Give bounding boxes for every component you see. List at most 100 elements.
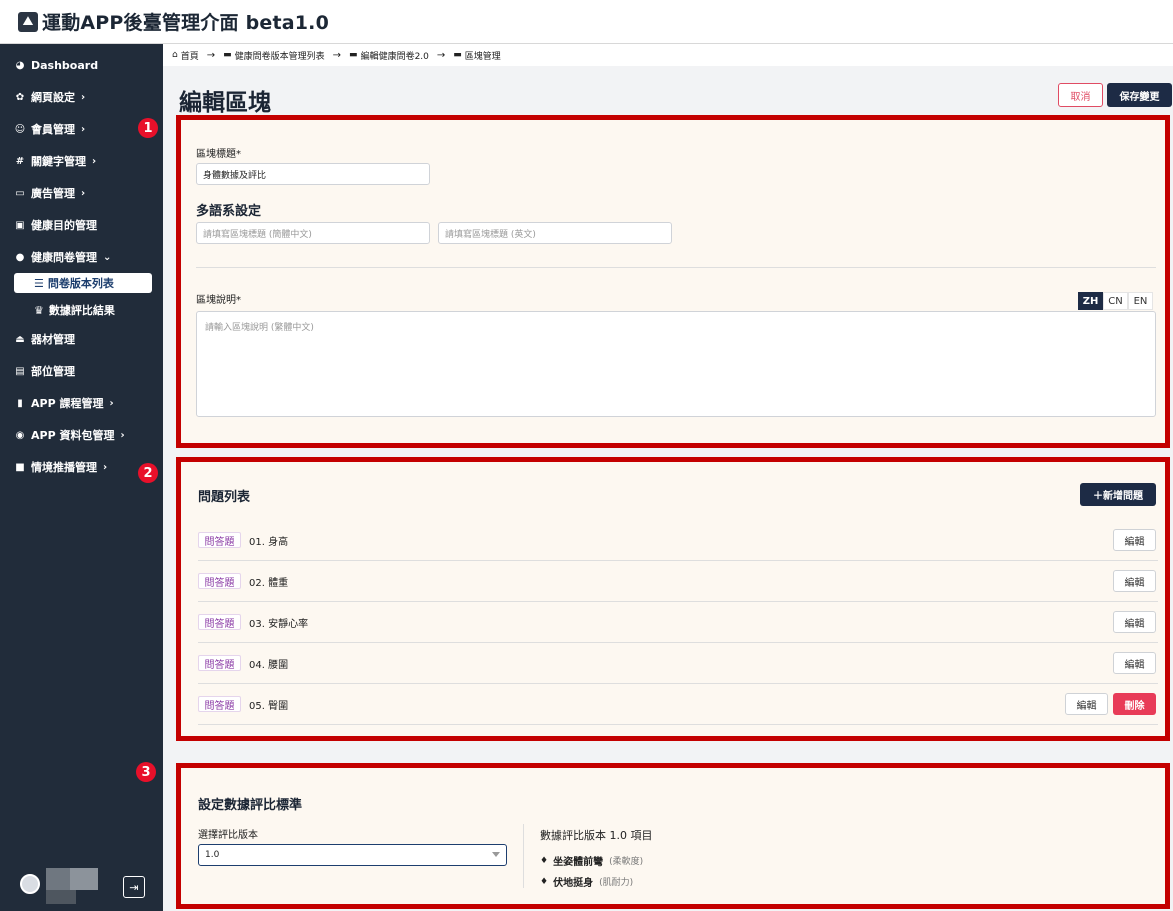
sidebar-item-keywords[interactable]: # 關鍵字管理 › bbox=[14, 152, 96, 170]
edit-question-button[interactable]: 編輯 bbox=[1113, 652, 1156, 674]
sidebar-subitem-evaluation-results[interactable]: ♛ 數據評比結果 bbox=[34, 302, 115, 318]
app-header: ⛰ 運動APP後臺管理介面 beta1.0 bbox=[0, 0, 1173, 44]
language-tabs: ZH CN EN bbox=[1078, 292, 1153, 310]
sidebar-item-dashboard[interactable]: ◕ Dashboard bbox=[14, 56, 98, 74]
book-icon: ▮ bbox=[17, 397, 23, 409]
list-icon: ☰ bbox=[34, 276, 44, 290]
avatar[interactable] bbox=[20, 874, 40, 894]
sidebar-item-ads[interactable]: ▭ 廣告管理 › bbox=[14, 184, 85, 202]
users-icon: ☺ bbox=[14, 123, 26, 135]
question-row: 問答題 02. 體重 bbox=[198, 561, 1158, 602]
question-type-tag: 問答題 bbox=[198, 614, 241, 630]
select-version-label: 選擇評比版本 bbox=[198, 830, 258, 841]
sidebar-item-members[interactable]: ☺ 會員管理 › bbox=[14, 120, 85, 138]
breadcrumb-edit-survey[interactable]: ▬ 編輯健康問卷2.0 bbox=[349, 49, 429, 62]
main-content: ⌂ 首頁 → ▬ 健康問卷版本管理列表 → ▬ 編輯健康問卷2.0 → ▬ 區塊… bbox=[163, 44, 1173, 911]
question-text: 03. 安靜心率 bbox=[249, 618, 309, 630]
sidebar-item-body-parts[interactable]: ▤ 部位管理 bbox=[14, 362, 75, 380]
logout-icon: ⇥ bbox=[129, 880, 139, 894]
ad-icon: ▭ bbox=[15, 187, 25, 199]
cancel-button[interactable]: 取消 bbox=[1058, 83, 1103, 107]
page-title: 編輯區塊 bbox=[179, 90, 271, 116]
version-select[interactable]: 1.0 bbox=[198, 844, 507, 866]
breadcrumb-home[interactable]: ⌂ 首頁 bbox=[172, 49, 199, 62]
arrow-right-icon: → bbox=[436, 49, 446, 61]
comment-icon: ● bbox=[15, 251, 25, 263]
chevron-right-icon: › bbox=[109, 397, 114, 409]
annotation-badge-1: 1 bbox=[138, 118, 158, 138]
question-text: 05. 臀圍 bbox=[249, 700, 289, 712]
edit-question-button[interactable]: 編輯 bbox=[1065, 693, 1108, 715]
equipment-icon: ⏏ bbox=[15, 333, 25, 345]
block-title-cn-input[interactable]: 請填寫區塊標題 (簡體中文) bbox=[196, 222, 430, 244]
delete-question-button[interactable]: 刪除 bbox=[1113, 693, 1156, 715]
divider bbox=[523, 824, 524, 888]
block-title-en-input[interactable]: 請填寫區塊標題 (英文) bbox=[438, 222, 672, 244]
fire-icon: ♦ bbox=[540, 876, 549, 887]
gear-icon: ✿ bbox=[15, 91, 25, 103]
block-settings-panel: 區塊標題* 身體數據及評比 多語系設定 請填寫區塊標題 (簡體中文) 請填寫區塊… bbox=[176, 115, 1170, 448]
question-text: 01. 身高 bbox=[249, 536, 289, 548]
sidebar-item-app-courses[interactable]: ▮ APP 課程管理 › bbox=[14, 394, 114, 412]
add-question-button[interactable]: ＋新增問題 bbox=[1080, 483, 1156, 506]
annotation-badge-3: 3 bbox=[136, 762, 156, 782]
tab-en[interactable]: EN bbox=[1128, 292, 1153, 310]
evaluation-standard-heading: 設定數據評比標準 bbox=[198, 798, 303, 813]
block-desc-label: 區塊說明* bbox=[196, 295, 241, 306]
breadcrumb-block-management: ▬ 區塊管理 bbox=[453, 50, 501, 62]
question-list-panel: 問題列表 ＋新增問題 問答題 01. 身高 編輯 問答題 02. 體重 編輯 問… bbox=[176, 457, 1170, 741]
arrow-right-icon: → bbox=[332, 49, 342, 61]
evaluation-standard-panel: 設定數據評比標準 選擇評比版本 1.0 數據評比版本 1.0 項目 ♦ 坐姿體前… bbox=[176, 763, 1170, 909]
tab-zh[interactable]: ZH bbox=[1078, 292, 1103, 310]
app-title: 運動APP後臺管理介面 beta1.0 bbox=[42, 12, 330, 34]
caret-down-icon bbox=[492, 852, 500, 857]
sidebar-item-equipment[interactable]: ⏏ 器材管理 bbox=[14, 330, 75, 348]
blurred-username-part bbox=[70, 868, 98, 890]
edit-question-button[interactable]: 編輯 bbox=[1113, 611, 1156, 633]
sidebar-subitem-survey-versions[interactable]: ☰ 問卷版本列表 bbox=[14, 273, 152, 293]
sidebar-item-push-notifications[interactable]: ■ 情境推播管理 › bbox=[14, 458, 107, 476]
dashboard-icon: ◕ bbox=[15, 59, 25, 71]
annotation-badge-2: 2 bbox=[138, 463, 158, 483]
sidebar-item-app-packages[interactable]: ◉ APP 資料包管理 › bbox=[14, 426, 125, 444]
folder-icon: ▬ bbox=[453, 50, 462, 60]
chevron-right-icon: › bbox=[81, 123, 86, 135]
question-list-heading: 問題列表 bbox=[198, 490, 251, 505]
evaluation-item: ♦ 伏地挺身 (肌耐力) bbox=[540, 876, 634, 890]
blurred-username-part bbox=[46, 890, 76, 904]
chevron-right-icon: › bbox=[120, 429, 125, 441]
home-icon: ⌂ bbox=[172, 50, 178, 60]
multilang-heading: 多語系設定 bbox=[196, 204, 262, 219]
sidebar-item-health-survey[interactable]: ● 健康問卷管理 ⌄ bbox=[14, 248, 112, 266]
sidebar-item-web-settings[interactable]: ✿ 網頁設定 › bbox=[14, 88, 85, 106]
question-type-tag: 問答題 bbox=[198, 655, 241, 671]
database-icon: ◉ bbox=[15, 429, 25, 441]
question-text: 04. 腰圍 bbox=[249, 659, 289, 671]
arrow-right-icon: → bbox=[206, 49, 216, 61]
fire-icon: ♦ bbox=[540, 855, 549, 866]
question-type-tag: 問答題 bbox=[198, 696, 241, 712]
briefcase-icon: ▣ bbox=[15, 219, 25, 231]
tab-cn[interactable]: CN bbox=[1103, 292, 1128, 310]
question-row: 問答題 05. 臀圍 bbox=[198, 684, 1158, 725]
block-title-input[interactable]: 身體數據及評比 bbox=[196, 163, 430, 185]
chevron-right-icon: › bbox=[92, 155, 97, 167]
question-row: 問答題 01. 身高 bbox=[198, 520, 1158, 561]
block-desc-textarea[interactable]: 請輸入區塊說明 (繁體中文) bbox=[196, 311, 1156, 417]
chevron-right-icon: › bbox=[81, 187, 86, 199]
message-icon: ■ bbox=[15, 461, 25, 473]
chevron-down-icon: ⌄ bbox=[103, 251, 112, 263]
save-button[interactable]: 保存變更 bbox=[1107, 83, 1172, 107]
folder-icon: ▬ bbox=[349, 50, 358, 60]
edit-question-button[interactable]: 編輯 bbox=[1113, 570, 1156, 592]
chevron-right-icon: › bbox=[103, 461, 108, 473]
app-logo-icon: ⛰ bbox=[18, 11, 38, 32]
sidebar-item-health-goals[interactable]: ▣ 健康目的管理 bbox=[14, 216, 97, 234]
block-title-label: 區塊標題* bbox=[196, 149, 241, 160]
question-text: 02. 體重 bbox=[249, 577, 289, 589]
edit-question-button[interactable]: 編輯 bbox=[1113, 529, 1156, 551]
breadcrumb-survey-version-list[interactable]: ▬ 健康問卷版本管理列表 bbox=[223, 49, 325, 62]
version-items-heading: 數據評比版本 1.0 項目 bbox=[540, 829, 653, 842]
logout-button[interactable]: ⇥ bbox=[123, 876, 145, 898]
divider bbox=[196, 267, 1156, 268]
